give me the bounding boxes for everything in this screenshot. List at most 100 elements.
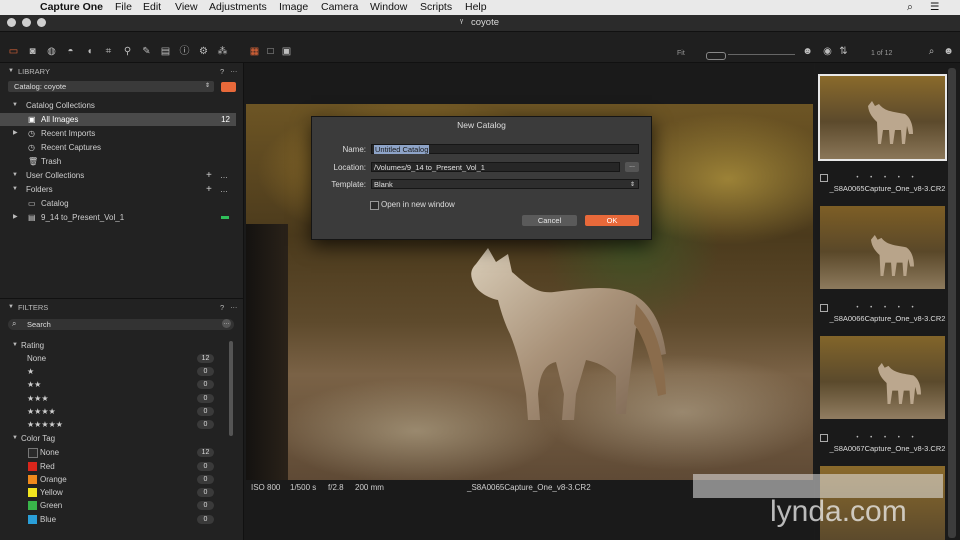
filter-search-input[interactable]: ⌕ Search … [8,319,234,330]
color-tag-name: None [40,448,60,457]
color-tag-orange[interactable]: Orange 0 [0,473,236,486]
zoom-slider[interactable] [728,54,795,55]
drive-icon: ▤ [28,213,36,222]
thumbnail-name: _S8A0067Capture_One_v8-3.CR2 [829,444,946,453]
color-tag-yellow[interactable]: Yellow 0 [0,486,236,499]
library-section-header[interactable]: ▼ LIBRARY ? … [0,65,243,78]
notification-center-icon[interactable]: ☰ [930,1,939,13]
collection-trash[interactable]: 🗑 Trash [0,155,236,168]
menu-window[interactable]: Window [370,1,407,13]
thumbnail-2[interactable] [820,206,945,289]
coyote-thumb-shape [870,234,914,277]
folder-catalog[interactable]: ▭ Catalog [0,197,236,210]
grid-view-icon[interactable]: ▦ [249,46,260,57]
rating-dots[interactable]: • • • • • [815,304,960,312]
color-tag-blue[interactable]: Blue 0 [0,513,236,526]
settings-tool-tab-icon[interactable]: ⚙ [198,46,209,57]
local-adjustments-tool-tab-icon[interactable]: ✎ [141,46,152,57]
catalog-name-input[interactable]: Untitled Catalog [371,144,639,154]
template-select[interactable]: Blank ⇕ [371,179,639,189]
color-tag-none[interactable]: None 12 [0,446,236,459]
more-icon[interactable]: … [220,183,228,196]
rating-dots[interactable]: • • • • • [815,434,960,442]
add-collection-icon[interactable]: + [206,169,212,182]
catalog-collections-group[interactable]: ▼ Catalog Collections [0,99,236,112]
spotlight-search-icon[interactable]: ⌕ [907,1,913,14]
filters-scrollbar[interactable] [229,341,233,436]
search-options-icon[interactable]: … [222,319,231,328]
menu-file[interactable]: File [115,1,132,13]
more-icon[interactable]: … [220,169,228,182]
browse-location-button[interactable]: ... [625,162,639,172]
menu-adjustments[interactable]: Adjustments [209,1,267,13]
library-more-icon[interactable]: … [230,65,238,74]
collection-all-images[interactable]: ▣ All Images 12 [0,113,236,126]
eye-icon[interactable]: ◉ [822,46,833,57]
metadata-tool-tab-icon[interactable]: ⓘ [179,46,190,57]
rating-filter-none[interactable]: None 12 [0,352,236,365]
rating-filter-3[interactable]: ★★★ 0 [0,392,236,405]
thumbnail-1[interactable] [820,76,945,159]
dialog-title: New Catalog [457,120,506,130]
menu-edit[interactable]: Edit [143,1,161,13]
minimize-window-button[interactable] [22,18,31,27]
batch-tool-tab-icon[interactable]: ⁂ [217,46,228,57]
details-tool-tab-icon[interactable]: ⚲ [122,46,133,57]
filters-more-icon[interactable]: … [230,301,238,310]
menu-image[interactable]: Image [279,1,308,13]
crop-tool-tab-icon[interactable]: ⌗ [103,46,114,57]
tool-panel: ▼ LIBRARY ? … Catalog: coyote ⇕ ▼ Catalo… [0,63,244,540]
filters-section-header[interactable]: ▼ FILTERS ? … [0,301,243,314]
close-window-button[interactable] [7,18,16,27]
lens-tool-tab-icon[interactable]: ◖ [84,46,95,57]
user-icon[interactable]: ☻ [802,46,813,57]
sort-icon[interactable]: ⇅ [838,46,849,57]
rating-filter-5[interactable]: ★★★★★ 0 [0,418,236,431]
collection-recent-imports[interactable]: ▶ ◷ Recent Imports [0,127,236,140]
menu-camera[interactable]: Camera [321,1,358,13]
image-count: 1 of 12 [871,50,893,57]
catalog-action-button[interactable] [221,82,236,92]
thumbnail-3[interactable] [820,336,945,419]
browser-scrollbar[interactable] [948,68,956,538]
color-tag-green[interactable]: Green 0 [0,499,236,512]
folder-volume[interactable]: ▶ ▤ 9_14 to_Present_Vol_1 [0,211,236,224]
browser-user-icon[interactable]: ☻ [943,46,954,57]
rating-filter-4[interactable]: ★★★★ 0 [0,405,236,418]
user-collections-group[interactable]: ▼ User Collections + … [0,169,236,182]
color-tag-red[interactable]: Red 0 [0,460,236,473]
color-tool-tab-icon[interactable]: ◍ [46,46,57,57]
rating-group[interactable]: ▼ Rating [0,339,236,352]
library-help-icon[interactable]: ? [220,67,224,76]
color-tag-name: Green [40,501,63,510]
menu-bar: Capture One File Edit View Adjustments I… [0,0,960,15]
exposure-tool-tab-icon[interactable]: ◓ [65,46,76,57]
rating-filter-2[interactable]: ★★ 0 [0,378,236,391]
folders-group[interactable]: ▼ Folders + … [0,183,236,196]
rating-filter-1[interactable]: ★ 0 [0,365,236,378]
ok-button[interactable]: OK [585,215,639,226]
add-folder-icon[interactable]: + [206,183,212,196]
color-swatch [28,448,38,458]
open-new-window-checkbox[interactable] [370,201,379,210]
window-title: coyote [471,17,499,28]
browser-search-icon[interactable]: ⌕ [926,46,937,57]
menu-view[interactable]: View [175,1,198,13]
output-tool-tab-icon[interactable]: ▤ [160,46,171,57]
filters-help-icon[interactable]: ? [220,303,224,312]
menu-help[interactable]: Help [465,1,487,13]
menu-app-name[interactable]: Capture One [40,1,103,13]
library-tool-tab-icon[interactable]: ▭ [8,46,19,57]
catalog-select[interactable]: Catalog: coyote ⇕ [8,81,214,92]
color-tag-group[interactable]: ▼ Color Tag [0,432,236,445]
capture-tool-tab-icon[interactable]: ◙ [27,46,38,57]
zoom-toggle[interactable] [706,52,726,60]
cancel-button[interactable]: Cancel [522,215,577,226]
location-input[interactable]: /Volumes/9_14 to_Present_Vol_1 [371,162,620,172]
collection-recent-captures[interactable]: ◷ Recent Captures [0,141,236,154]
compare-view-icon[interactable]: ▣ [281,46,292,57]
single-view-icon[interactable]: □ [265,46,276,57]
menu-scripts[interactable]: Scripts [420,1,452,13]
rating-dots[interactable]: • • • • • [815,174,960,182]
zoom-window-button[interactable] [37,18,46,27]
